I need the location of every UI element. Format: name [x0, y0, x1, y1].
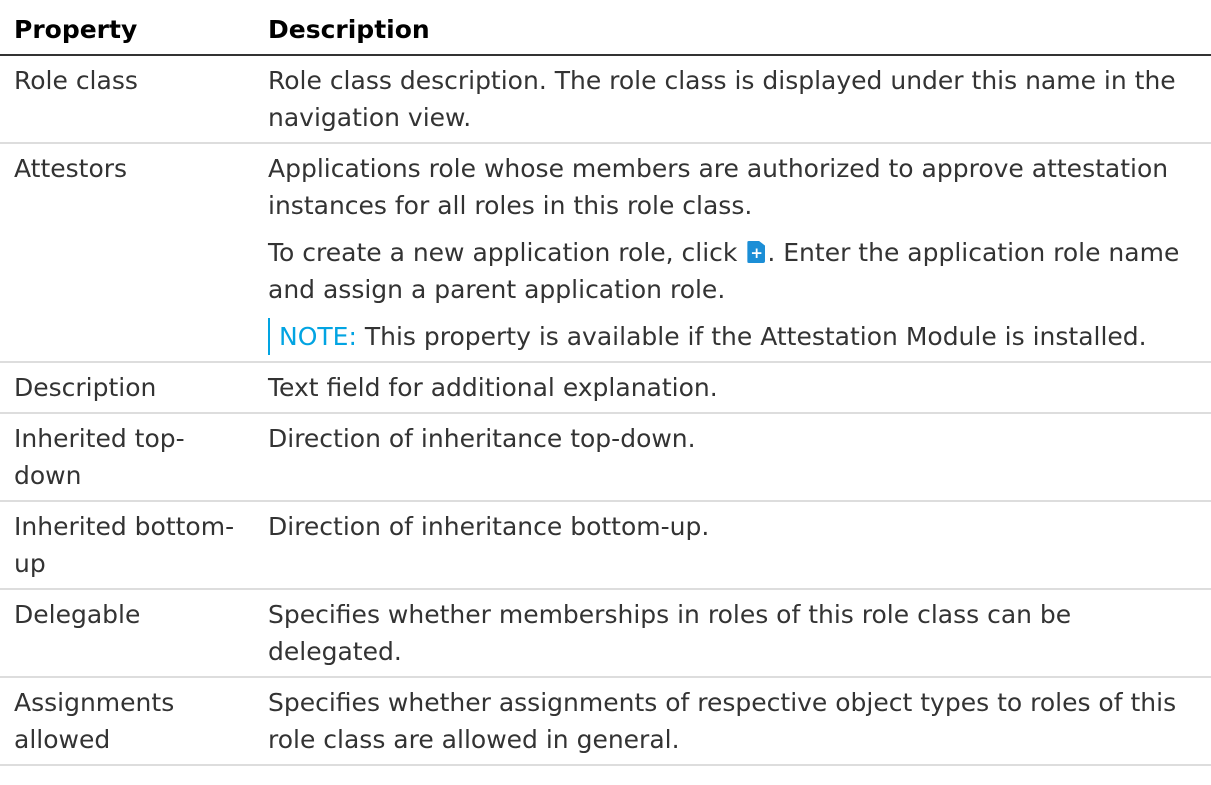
note-text: This property is available if the Attest… [356, 322, 1147, 351]
header-property: Property [0, 0, 254, 56]
description-text: Direction of inheritance bottom-up. [268, 512, 710, 541]
table-header-row: Property Description [0, 0, 1211, 56]
property-name: Description [0, 362, 254, 414]
properties-table: Property Description Role class Role cla… [0, 0, 1211, 766]
property-name: Inherited bottom-up [0, 501, 254, 590]
note: NOTE: This property is available if the … [268, 318, 1197, 355]
property-description: Role class description. The role class i… [254, 55, 1211, 144]
table-row: Delegable Specifies whether memberships … [0, 589, 1211, 678]
property-description: Specifies whether memberships in roles o… [254, 589, 1211, 678]
property-name: Delegable [0, 589, 254, 678]
property-name: Role class [0, 55, 254, 144]
property-name: Assignments allowed [0, 677, 254, 766]
table-row: Inherited bottom-up Direction of inherit… [0, 501, 1211, 590]
property-description: Direction of inheritance top-down. [254, 413, 1211, 502]
header-description: Description [254, 0, 1211, 56]
table-row: Role class Role class description. The r… [0, 55, 1211, 144]
table-row: Description Text field for additional ex… [0, 362, 1211, 414]
description-text: Role class description. The role class i… [268, 66, 1176, 132]
description-text: Specifies whether memberships in roles o… [268, 600, 1072, 666]
description-text: Text field for additional explanation. [268, 373, 718, 402]
create-text-before: To create a new application role, click [268, 238, 746, 267]
description-text: Direction of inheritance top-down. [268, 424, 696, 453]
table-row: Inherited top-down Direction of inherita… [0, 413, 1211, 502]
property-name: Attestors [0, 143, 254, 363]
table-row: Assignments allowed Specifies whether as… [0, 677, 1211, 766]
note-label: NOTE: [279, 322, 357, 351]
create-instruction: To create a new application role, click … [268, 234, 1197, 308]
property-description: Applications role whose members are auth… [254, 143, 1211, 363]
add-new-icon: + [747, 241, 766, 263]
table-row: Attestors Applications role whose member… [0, 143, 1211, 363]
property-description: Direction of inheritance bottom-up. [254, 501, 1211, 590]
property-description: Text field for additional explanation. [254, 362, 1211, 414]
description-text: Specifies whether assignments of respect… [268, 688, 1177, 754]
description-text: Applications role whose members are auth… [268, 154, 1169, 220]
property-description: Specifies whether assignments of respect… [254, 677, 1211, 766]
property-name: Inherited top-down [0, 413, 254, 502]
